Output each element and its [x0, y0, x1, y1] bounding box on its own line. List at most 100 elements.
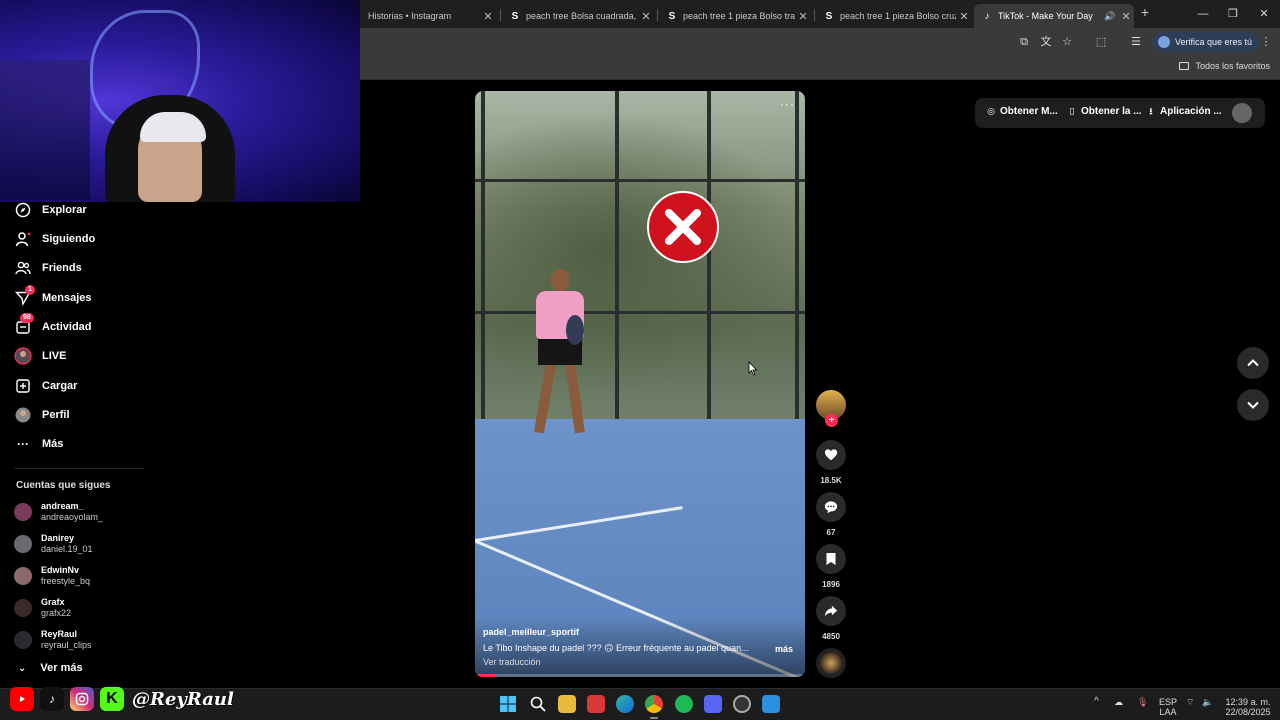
- coins-icon: ◎: [987, 106, 995, 116]
- previous-video-button[interactable]: [1237, 347, 1269, 379]
- sidebar-item-mas[interactable]: ··· Más: [14, 433, 63, 455]
- bookmark-icon[interactable]: [816, 544, 846, 574]
- chrome-icon[interactable]: [645, 695, 663, 713]
- install-app-icon[interactable]: ⧉: [1016, 34, 1032, 50]
- sidebar-item-label: Mensajes: [42, 292, 92, 304]
- video-more-link[interactable]: más: [775, 644, 793, 654]
- live-icon: [14, 347, 32, 365]
- edge-icon[interactable]: [616, 695, 634, 713]
- user-avatar[interactable]: [1232, 103, 1252, 123]
- windows-start-icon[interactable]: [499, 695, 517, 713]
- close-icon[interactable]: ✕: [480, 10, 496, 23]
- following-account[interactable]: ReyRaul reyraul_clips: [14, 626, 92, 654]
- video-scene-fence: [475, 179, 805, 182]
- account-name: EdwinNv: [41, 565, 80, 575]
- app-icon[interactable]: [762, 695, 780, 713]
- get-app-link[interactable]: ▯ Obtener la ...: [1067, 106, 1142, 117]
- discord-icon[interactable]: [704, 695, 722, 713]
- like-action[interactable]: 18.5K: [816, 440, 846, 485]
- all-bookmarks-folder[interactable]: Todos los favoritos: [1179, 61, 1270, 71]
- video-translate-link[interactable]: Ver traducción: [483, 657, 541, 667]
- steam-icon[interactable]: [733, 695, 751, 713]
- video-scene-trees: [475, 111, 805, 391]
- following-account[interactable]: EdwinNv freestyle_bq: [14, 562, 90, 590]
- account-name: ReyRaul: [41, 629, 78, 639]
- comment-action[interactable]: 67: [816, 492, 846, 537]
- video-options-icon[interactable]: ···: [780, 97, 795, 111]
- close-icon[interactable]: ✕: [795, 10, 811, 23]
- sidebar-item-siguiendo[interactable]: Siguiendo: [14, 228, 95, 250]
- wifi-icon[interactable]: ⌔: [1186, 697, 1194, 707]
- close-icon[interactable]: ✕: [638, 10, 654, 23]
- folder-label: Todos los favoritos: [1195, 61, 1270, 71]
- video-author[interactable]: padel_meilleur_sportif: [483, 627, 579, 637]
- see-more-button[interactable]: ⌄ Ver más: [18, 662, 83, 674]
- sidebar-item-friends[interactable]: Friends: [14, 257, 82, 279]
- active-app-indicator: [650, 717, 658, 719]
- profile-icon: [14, 406, 32, 424]
- following-account[interactable]: Danirey daniel.19_01: [14, 530, 93, 558]
- video-scene-fence: [795, 91, 799, 431]
- new-tab-button[interactable]: +: [1137, 4, 1153, 24]
- sidebar-item-actividad[interactable]: 98 Actividad: [14, 313, 92, 338]
- file-explorer-icon[interactable]: [558, 695, 576, 713]
- video-player[interactable]: ··· padel_meilleur_sportif Le Tibo Insha…: [475, 91, 805, 677]
- app-icon[interactable]: [587, 695, 605, 713]
- messages-badge: 1: [25, 285, 35, 295]
- menu-kebab-icon[interactable]: ⋮: [1258, 34, 1274, 50]
- language-indicator[interactable]: ESP LAA: [1156, 697, 1180, 717]
- close-window-button[interactable]: ✕: [1249, 4, 1279, 24]
- address-bar[interactable]: [362, 31, 1042, 53]
- following-account[interactable]: andream_ andreaoyolam_: [14, 498, 103, 526]
- following-account[interactable]: Grafx grafx22: [14, 594, 71, 622]
- follow-plus-icon[interactable]: +: [825, 414, 838, 427]
- sidebar-item-explorar[interactable]: Explorar: [14, 199, 87, 221]
- reading-list-icon[interactable]: ☰: [1128, 34, 1144, 50]
- share-icon[interactable]: [816, 596, 846, 626]
- get-coins-link[interactable]: ◎ Obtener M...: [986, 106, 1058, 117]
- sidebar-item-label: Actividad: [42, 321, 92, 333]
- chevron-up-icon[interactable]: ^: [1094, 697, 1099, 707]
- tab-shein-2[interactable]: S peach tree 1 pieza Bolso transv ✕: [659, 4, 811, 28]
- restore-button[interactable]: ❐: [1218, 4, 1248, 24]
- tab-tiktok[interactable]: ♪ TikTok - Make Your Day 🔊 ✕: [974, 4, 1134, 28]
- heart-icon[interactable]: [816, 440, 846, 470]
- following-icon: [14, 230, 32, 248]
- clock[interactable]: 12:39 a. m. 22/08/2025: [1222, 697, 1274, 717]
- sidebar-divider: [14, 468, 144, 469]
- save-action[interactable]: 1896: [816, 544, 846, 589]
- spotify-icon[interactable]: [675, 695, 693, 713]
- share-action[interactable]: 4850: [816, 596, 846, 641]
- sidebar-item-cargar[interactable]: Cargar: [14, 375, 77, 397]
- video-progress-bar[interactable]: [475, 674, 805, 677]
- chevron-up-icon: [1247, 359, 1259, 367]
- verify-profile-chip[interactable]: Verifica que eres tú: [1152, 32, 1261, 52]
- microphone-icon[interactable]: 🎙: [1137, 697, 1148, 707]
- next-video-button[interactable]: [1237, 389, 1269, 421]
- cloud-icon[interactable]: ☁: [1114, 697, 1123, 707]
- minimize-button[interactable]: —: [1188, 4, 1218, 24]
- desktop-app-link[interactable]: ⭳ Aplicación ...: [1146, 106, 1221, 118]
- video-description: Le Tibo Inshape du padel ??? 🙃 Erreur fr…: [483, 643, 749, 653]
- sidebar-item-perfil[interactable]: Perfil: [14, 404, 70, 426]
- tab-title: Historias • Instagram: [368, 11, 452, 21]
- sidebar-item-live[interactable]: LIVE: [14, 345, 66, 367]
- sidebar-item-label: Más: [42, 438, 64, 450]
- tab-instagram[interactable]: Historias • Instagram ✕: [360, 4, 496, 28]
- speaker-icon[interactable]: 🔊: [1102, 11, 1118, 22]
- translate-icon[interactable]: 文: [1038, 34, 1054, 50]
- tab-shein-1[interactable]: S peach tree Bolsa cuadrada, bol ✕: [502, 4, 654, 28]
- star-icon[interactable]: ☆: [1059, 34, 1075, 50]
- close-icon[interactable]: ✕: [1118, 10, 1134, 23]
- sidebar-item-mensajes[interactable]: 1 Mensajes: [14, 285, 92, 309]
- tab-separator: [657, 9, 658, 21]
- search-icon[interactable]: [529, 695, 547, 713]
- close-icon[interactable]: ✕: [956, 10, 972, 23]
- video-progress-fill: [475, 674, 495, 677]
- video-scene-player: [530, 269, 590, 449]
- tab-shein-3[interactable]: S peach tree 1 pieza Bolso cruza ✕: [816, 4, 972, 28]
- comment-icon[interactable]: [816, 492, 846, 522]
- volume-icon[interactable]: 🔈: [1202, 697, 1213, 707]
- music-disc-icon[interactable]: [816, 648, 846, 678]
- extensions-icon[interactable]: ⬚: [1093, 34, 1109, 50]
